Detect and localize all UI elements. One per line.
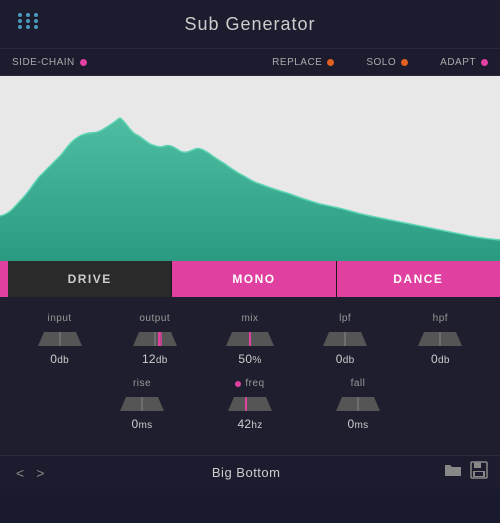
hpf-label: hpf bbox=[433, 313, 448, 324]
freq-label-container: freq bbox=[235, 378, 264, 389]
fall-fader[interactable] bbox=[332, 393, 384, 413]
next-preset-button[interactable]: > bbox=[32, 463, 48, 483]
waveform-svg bbox=[0, 76, 500, 261]
waveform-display bbox=[0, 76, 500, 261]
prev-preset-button[interactable]: < bbox=[12, 463, 28, 483]
footer: < > Big Bottom bbox=[0, 455, 500, 489]
open-folder-button[interactable] bbox=[444, 461, 462, 484]
output-fader[interactable] bbox=[129, 328, 181, 348]
footer-actions bbox=[444, 461, 488, 484]
rise-control: rise 0ms bbox=[112, 378, 172, 431]
rise-label: rise bbox=[133, 378, 151, 389]
mix-label: mix bbox=[241, 313, 258, 324]
lpf-control: lpf 0db bbox=[315, 313, 375, 366]
solo-button[interactable]: SOLO bbox=[366, 57, 408, 68]
lpf-fader[interactable] bbox=[319, 328, 371, 348]
lpf-label: lpf bbox=[339, 313, 351, 324]
input-value: 0db bbox=[50, 352, 69, 366]
mix-control: mix 50% bbox=[220, 313, 280, 366]
sidechain-button[interactable]: SIDE-CHAIN bbox=[12, 57, 87, 68]
logo-icon bbox=[16, 11, 44, 37]
controls-row-1: input 0db output bbox=[12, 313, 488, 366]
mix-value: 50% bbox=[238, 352, 261, 366]
rise-value: 0ms bbox=[132, 417, 153, 431]
replace-dot bbox=[327, 59, 334, 66]
output-label: output bbox=[139, 313, 170, 324]
freq-dot bbox=[235, 381, 241, 387]
app-title: Sub Generator bbox=[184, 14, 315, 35]
rise-fader[interactable] bbox=[116, 393, 168, 413]
freq-value: 42hz bbox=[237, 417, 262, 431]
hpf-control: hpf 0db bbox=[410, 313, 470, 366]
input-label: input bbox=[48, 313, 72, 324]
replace-label: REPLACE bbox=[272, 57, 322, 68]
sidechain-dot bbox=[80, 59, 87, 66]
mono-mode-button[interactable]: MONO bbox=[172, 261, 335, 297]
adapt-label: ADAPT bbox=[440, 57, 476, 68]
controls-area: input 0db output bbox=[0, 297, 500, 455]
lpf-value: 0db bbox=[336, 352, 355, 366]
mode-left-accent bbox=[0, 261, 8, 297]
solo-dot bbox=[401, 59, 408, 66]
mix-fader[interactable] bbox=[224, 328, 276, 348]
solo-label: SOLO bbox=[366, 57, 396, 68]
adapt-button[interactable]: ADAPT bbox=[440, 57, 488, 68]
fall-value: 0ms bbox=[348, 417, 369, 431]
save-button[interactable] bbox=[470, 461, 488, 484]
replace-button[interactable]: REPLACE bbox=[272, 57, 334, 68]
hpf-fader[interactable] bbox=[414, 328, 466, 348]
header: Sub Generator bbox=[0, 0, 500, 48]
preset-navigation: < > bbox=[12, 463, 48, 483]
input-fader[interactable] bbox=[34, 328, 86, 348]
preset-name: Big Bottom bbox=[48, 465, 444, 480]
hpf-value: 0db bbox=[431, 352, 450, 366]
freq-fader[interactable] bbox=[224, 393, 276, 413]
dance-mode-button[interactable]: DANCE bbox=[337, 261, 500, 297]
controls-row-2: rise 0ms freq bbox=[12, 378, 488, 431]
mode-buttons: DRIVE MONO DANCE bbox=[0, 261, 500, 297]
sidechain-label: SIDE-CHAIN bbox=[12, 57, 75, 68]
freq-control: freq 42hz bbox=[220, 378, 280, 431]
input-control: input 0db bbox=[30, 313, 90, 366]
fall-control: fall 0ms bbox=[328, 378, 388, 431]
drive-mode-button[interactable]: DRIVE bbox=[8, 261, 171, 297]
freq-label: freq bbox=[245, 378, 264, 389]
output-control: output 12db bbox=[125, 313, 185, 366]
fall-label: fall bbox=[351, 378, 366, 389]
top-bar: SIDE-CHAIN REPLACE SOLO ADAPT bbox=[0, 48, 500, 76]
adapt-dot bbox=[481, 59, 488, 66]
output-value: 12db bbox=[142, 352, 168, 366]
